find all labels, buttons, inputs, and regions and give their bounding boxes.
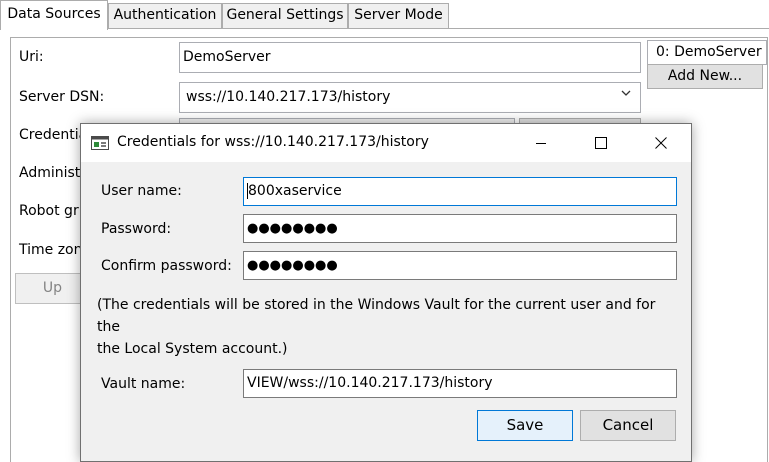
time-zone-label: Time zon: [19, 242, 83, 258]
data-source-list[interactable]: 0: DemoServer: [647, 40, 767, 65]
info-line-1: (The credentials will be stored in the W…: [97, 297, 656, 335]
administrators-label: Administ: [19, 165, 81, 181]
vault-info-text: (The credentials will be stored in the W…: [97, 294, 677, 360]
credentials-dialog: Credentials for wss://10.140.217.173/his…: [80, 123, 692, 462]
confirm-password-label: Confirm password:: [101, 258, 232, 274]
vault-name-input[interactable]: VIEW/wss://10.140.217.173/history: [243, 369, 677, 398]
up-button[interactable]: Up: [15, 273, 90, 304]
confirm-password-input[interactable]: ●●●●●●●●: [243, 251, 677, 280]
username-input[interactable]: 800xaservice: [243, 177, 677, 206]
server-dsn-label: Server DSN:: [19, 89, 105, 105]
uri-input[interactable]: DemoServer: [179, 42, 641, 73]
username-value: 800xaservice: [248, 183, 342, 199]
password-input[interactable]: ●●●●●●●●: [243, 214, 677, 243]
list-item[interactable]: 0: DemoServer: [656, 44, 762, 60]
save-button[interactable]: Save: [477, 410, 573, 441]
cancel-button[interactable]: Cancel: [580, 410, 676, 441]
chevron-down-icon: [621, 90, 631, 96]
robot-groups-label: Robot gr: [19, 203, 79, 219]
minimize-button[interactable]: [511, 124, 571, 162]
close-icon: [655, 137, 667, 149]
tab-authentication[interactable]: Authentication: [108, 3, 222, 29]
dialog-title: Credentials for wss://10.140.217.173/his…: [117, 134, 429, 150]
minimize-icon: [536, 143, 546, 144]
close-button[interactable]: [631, 124, 691, 162]
credentials-label: Credentia: [19, 127, 88, 143]
server-dsn-value: wss://10.140.217.173/history: [186, 89, 391, 105]
password-label: Password:: [101, 221, 172, 237]
dialog-titlebar[interactable]: Credentials for wss://10.140.217.173/his…: [81, 124, 691, 162]
password-mask: ●●●●●●●●: [247, 221, 338, 236]
maximize-icon: [595, 137, 607, 149]
uri-label: Uri:: [19, 49, 44, 65]
tab-general-settings[interactable]: General Settings: [222, 3, 348, 29]
server-dsn-combobox[interactable]: wss://10.140.217.173/history: [179, 82, 641, 113]
username-label: User name:: [101, 183, 182, 199]
app-window-icon: [91, 136, 109, 150]
add-new-button[interactable]: Add New...: [647, 64, 763, 89]
info-line-2: the Local System account.): [97, 341, 288, 357]
tab-data-sources[interactable]: Data Sources: [0, 0, 108, 30]
maximize-button[interactable]: [571, 124, 631, 162]
vault-name-label: Vault name:: [101, 376, 186, 392]
confirm-password-mask: ●●●●●●●●: [247, 258, 338, 273]
tab-server-mode[interactable]: Server Mode: [348, 3, 449, 29]
